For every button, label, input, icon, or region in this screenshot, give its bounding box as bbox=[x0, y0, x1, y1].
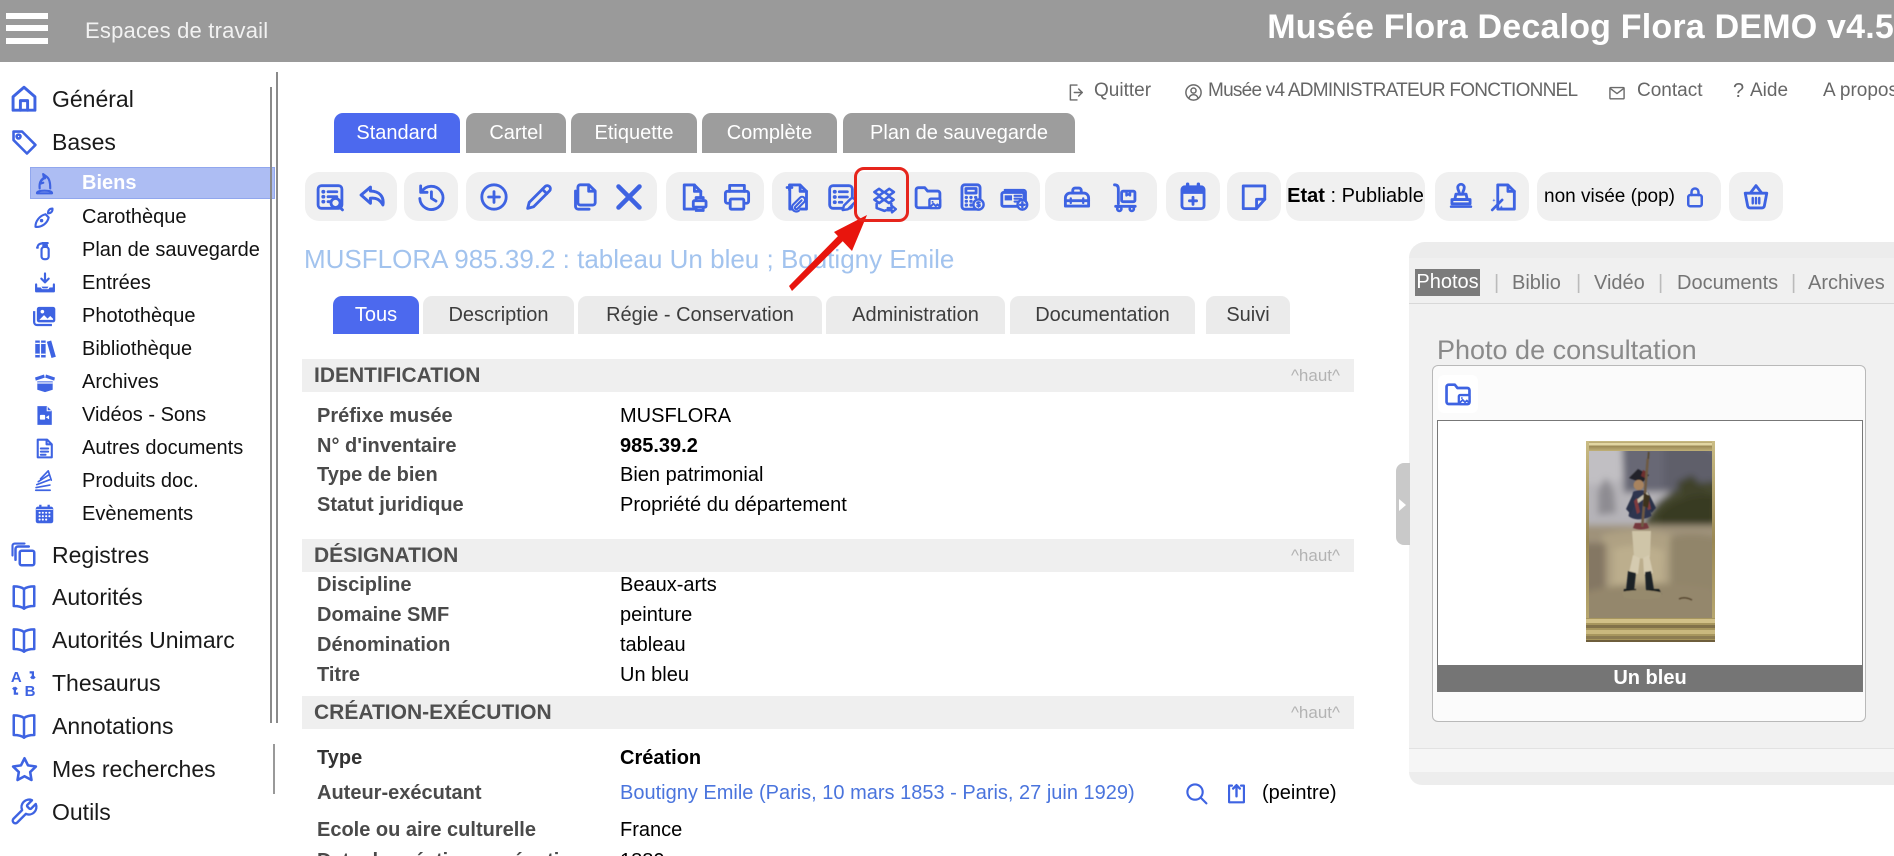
svg-text:B: B bbox=[25, 683, 36, 698]
svg-text:A: A bbox=[11, 669, 22, 686]
